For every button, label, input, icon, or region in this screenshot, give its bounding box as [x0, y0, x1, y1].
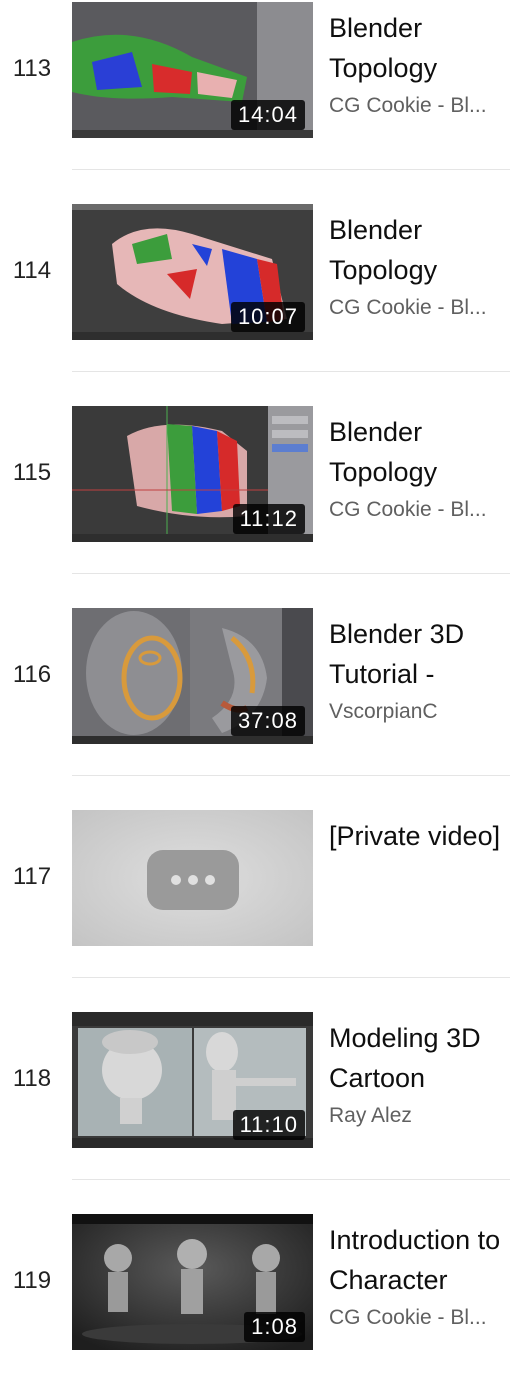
video-thumbnail[interactable]: 11:10	[72, 1012, 313, 1148]
channel-name[interactable]: CG Cookie - Bl...	[329, 498, 510, 522]
playlist-item[interactable]: 114 10:07 Blender Topology CG Cookie - B…	[0, 170, 510, 372]
duration-badge: 1:08	[244, 1312, 305, 1342]
duration-badge: 14:04	[230, 100, 305, 130]
duration-badge: 11:10	[232, 1110, 305, 1140]
playlist-item[interactable]: 118 11:10 Modeling 3D Cartoon Ray Alez	[0, 978, 510, 1180]
video-title[interactable]: Blender Topology	[329, 412, 510, 492]
playlist: 113 14:04 Blender Topology CG Cookie - B…	[0, 0, 510, 1382]
video-thumbnail[interactable]: 11:12	[72, 406, 313, 542]
duration-badge: 37:08	[230, 706, 305, 736]
video-thumbnail[interactable]	[72, 810, 313, 946]
video-title[interactable]: [Private video]	[329, 816, 510, 856]
item-index: 118	[12, 1065, 52, 1092]
playlist-item[interactable]: 117 [Private video]	[0, 776, 510, 978]
channel-name[interactable]: CG Cookie - Bl...	[329, 296, 510, 320]
duration-badge: 10:07	[230, 302, 305, 332]
playlist-item[interactable]: 115 11:12 Blender Topology CG Cookie - B…	[0, 372, 510, 574]
item-index: 116	[12, 661, 52, 688]
playlist-item[interactable]: 113 14:04 Blender Topology CG Cookie - B…	[0, 0, 510, 170]
video-thumbnail[interactable]: 14:04	[72, 2, 313, 138]
channel-name[interactable]: CG Cookie - Bl...	[329, 1306, 510, 1330]
video-title[interactable]: Blender Topology	[329, 8, 510, 88]
video-title[interactable]: Modeling 3D Cartoon	[329, 1018, 510, 1098]
video-title[interactable]: Blender Topology	[329, 210, 510, 290]
video-title[interactable]: Blender 3D Tutorial -	[329, 614, 510, 694]
channel-name[interactable]: CG Cookie - Bl...	[329, 94, 510, 118]
item-index: 115	[12, 459, 52, 486]
channel-name[interactable]: VscorpianC	[329, 700, 510, 724]
item-index: 117	[12, 863, 52, 890]
playlist-item[interactable]: 116 37:08 Blender 3D Tutorial - Vscorpia…	[0, 574, 510, 776]
channel-name[interactable]: Ray Alez	[329, 1104, 510, 1128]
duration-badge: 11:12	[232, 504, 305, 534]
item-index: 119	[12, 1267, 52, 1294]
item-index: 114	[12, 257, 52, 284]
video-thumbnail[interactable]: 10:07	[72, 204, 313, 340]
video-thumbnail[interactable]: 1:08	[72, 1214, 313, 1350]
video-thumbnail[interactable]: 37:08	[72, 608, 313, 744]
video-title[interactable]: Introduction to Character	[329, 1220, 510, 1300]
item-index: 113	[12, 55, 52, 82]
playlist-item[interactable]: 119 1:08 Introduction to Character CG Co…	[0, 1180, 510, 1382]
